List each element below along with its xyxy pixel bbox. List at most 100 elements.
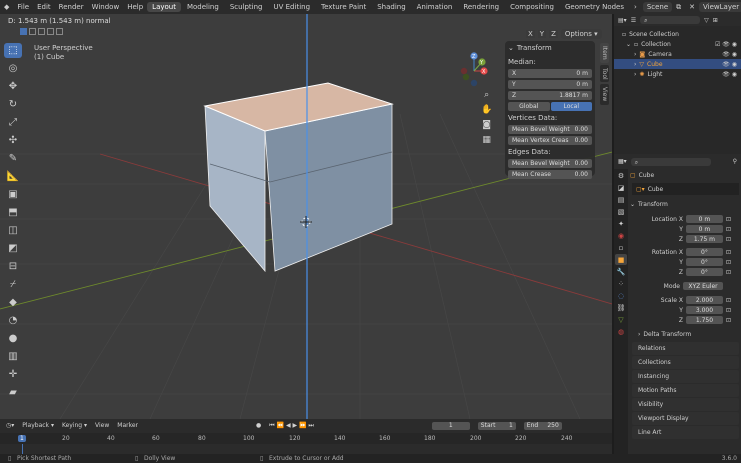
- outliner-row-camera[interactable]: › ◙ Camera 👁 ◉: [614, 49, 741, 59]
- scale-y-field[interactable]: 3.000: [685, 306, 723, 314]
- move-tool-icon[interactable]: ✥: [4, 79, 22, 94]
- scene-props-icon[interactable]: ✦: [615, 218, 627, 229]
- section-viewport-display[interactable]: Viewport Display: [632, 412, 739, 425]
- keying-menu[interactable]: Keying ▾: [62, 422, 87, 429]
- lock-icon[interactable]: ⊡: [726, 259, 731, 266]
- section-relations[interactable]: Relations: [632, 342, 739, 355]
- workspace-tab-rendering[interactable]: Rendering: [458, 2, 504, 12]
- local-toggle[interactable]: Local: [550, 101, 592, 111]
- menu-help[interactable]: Help: [123, 3, 147, 11]
- expand-icon[interactable]: ›: [634, 51, 636, 58]
- menu-window[interactable]: Window: [88, 3, 124, 11]
- median-z-field[interactable]: Z 1.8817 m: [508, 90, 592, 100]
- lock-icon[interactable]: ⊡: [726, 297, 731, 304]
- visibility-icons[interactable]: 👁 ◉: [722, 51, 737, 58]
- outliner-row-cube[interactable]: › ▽ Cube 👁 ◉: [614, 59, 741, 69]
- mirror-y-toggle[interactable]: Y: [537, 30, 547, 38]
- tab-tool[interactable]: Tool: [600, 64, 609, 83]
- cursor-tool-icon[interactable]: ◎: [4, 61, 22, 76]
- modifier-props-icon[interactable]: 🔧: [615, 266, 627, 277]
- viewlayer-selector[interactable]: ViewLayer: [699, 2, 741, 12]
- annotate-tool-icon[interactable]: ✎: [4, 151, 22, 166]
- filter-funnel-icon[interactable]: ▽: [704, 17, 709, 24]
- loop-cut-tool-icon[interactable]: ⊟: [4, 259, 22, 274]
- constraints-props-icon[interactable]: ⛓: [615, 302, 627, 313]
- render-props-icon[interactable]: ◪: [615, 182, 627, 193]
- section-line-art[interactable]: Line Art: [632, 426, 739, 439]
- lock-icon[interactable]: ⊡: [726, 249, 731, 256]
- marker-menu[interactable]: Marker: [117, 422, 138, 429]
- tool-props-icon[interactable]: ⚙: [615, 170, 627, 181]
- new-collection-icon[interactable]: ⊞: [713, 17, 718, 24]
- scene-new-icon[interactable]: ⧉: [672, 3, 685, 12]
- playback-menu[interactable]: Playback ▾: [22, 422, 54, 429]
- select-mode-difference-icon[interactable]: [47, 28, 54, 35]
- extrude-tool-icon[interactable]: ⬒: [4, 205, 22, 220]
- scale-z-field[interactable]: 1.750: [685, 316, 723, 324]
- data-props-icon[interactable]: ▽: [615, 314, 627, 325]
- pan-hand-icon[interactable]: ✋: [481, 103, 492, 118]
- spin-tool-icon[interactable]: ◔: [4, 313, 22, 328]
- lock-icon[interactable]: ⊡: [726, 226, 731, 233]
- mirror-x-toggle[interactable]: X: [526, 30, 535, 38]
- filter-icon[interactable]: ☰: [631, 17, 636, 24]
- location-y-field[interactable]: 0 m: [685, 225, 723, 233]
- world-props-icon[interactable]: ◉: [615, 230, 627, 241]
- rotation-z-field[interactable]: 0°: [685, 268, 723, 276]
- workspace-tab-texture-paint[interactable]: Texture Paint: [316, 2, 371, 12]
- workspace-tab-layout[interactable]: Layout: [147, 2, 181, 12]
- bevel-tool-icon[interactable]: ◩: [4, 241, 22, 256]
- lock-icon[interactable]: ⊡: [726, 236, 731, 243]
- scale-tool-icon[interactable]: ⤢: [4, 115, 22, 130]
- shear-tool-icon[interactable]: ▰: [4, 385, 22, 400]
- editor-type-icon[interactable]: ▦▾: [618, 158, 627, 165]
- editor-type-icon[interactable]: ▤▾: [618, 17, 627, 24]
- section-motion-paths[interactable]: Motion Paths: [632, 384, 739, 397]
- object-props-icon[interactable]: ■: [615, 254, 627, 265]
- vertex-bevel-weight-field[interactable]: Mean Bevel Weight 0.00: [508, 124, 592, 134]
- select-mode-new-icon[interactable]: [20, 28, 27, 35]
- visibility-icons[interactable]: 👁 ◉: [722, 71, 737, 78]
- expand-icon[interactable]: ›: [634, 71, 636, 78]
- outliner-row-light[interactable]: › ✺ Light 👁 ◉: [614, 69, 741, 79]
- poly-build-tool-icon[interactable]: ◆: [4, 295, 22, 310]
- rotation-y-field[interactable]: 0°: [685, 258, 723, 266]
- transform-panel-header[interactable]: ⌄ Transform: [508, 43, 592, 53]
- options-dropdown[interactable]: Options ▾: [560, 29, 602, 39]
- record-icon[interactable]: ●: [256, 422, 261, 429]
- cube-mesh[interactable]: [203, 82, 394, 273]
- select-tool-icon[interactable]: ⬚: [4, 43, 22, 58]
- scale-x-field[interactable]: 2.000: [685, 296, 723, 304]
- select-mode-subtract-icon[interactable]: [38, 28, 45, 35]
- location-z-field[interactable]: 1.75 m: [685, 235, 723, 243]
- add-cube-tool-icon[interactable]: ▣: [4, 187, 22, 202]
- physics-props-icon[interactable]: ◌: [615, 290, 627, 301]
- workspace-more-icon[interactable]: ›: [630, 3, 641, 11]
- location-x-field[interactable]: 0 m: [685, 215, 723, 223]
- transform-tool-icon[interactable]: ✣: [4, 133, 22, 148]
- vertex-crease-field[interactable]: Mean Vertex Creas 0.00: [508, 135, 592, 145]
- scene-delete-icon[interactable]: ✕: [685, 3, 699, 11]
- visibility-icons[interactable]: 👁 ◉: [722, 61, 737, 68]
- grid-view-icon[interactable]: ▦: [481, 133, 492, 148]
- global-toggle[interactable]: Global: [508, 101, 550, 111]
- expand-icon[interactable]: ⌄: [626, 41, 631, 48]
- edge-bevel-weight-field[interactable]: Mean Bevel Weight 0.00: [508, 158, 592, 168]
- workspace-tab-animation[interactable]: Animation: [412, 2, 458, 12]
- workspace-tab-shading[interactable]: Shading: [372, 2, 410, 12]
- menu-render[interactable]: Render: [55, 3, 88, 11]
- particles-props-icon[interactable]: ⁘: [615, 278, 627, 289]
- mirror-z-toggle[interactable]: Z: [549, 30, 558, 38]
- edge-slide-tool-icon[interactable]: ▥: [4, 349, 22, 364]
- median-x-field[interactable]: X 0 m: [508, 68, 592, 78]
- object-datablock-row[interactable]: ▢▾ Cube: [632, 183, 739, 195]
- expand-icon[interactable]: ›: [634, 61, 636, 68]
- outliner-row-collection[interactable]: ⌄ ▫ Collection ☑ 👁 ◉: [614, 39, 741, 49]
- collection-props-icon[interactable]: ▫: [615, 242, 627, 253]
- playhead-line[interactable]: [22, 444, 23, 454]
- camera-view-icon[interactable]: ◙: [481, 118, 492, 133]
- workspace-tab-uv-editing[interactable]: UV Editing: [269, 2, 316, 12]
- tab-item[interactable]: Item: [600, 43, 609, 63]
- current-frame-field[interactable]: 1: [431, 421, 470, 430]
- checkbox-visible-icons[interactable]: ☑ 👁 ◉: [715, 41, 737, 48]
